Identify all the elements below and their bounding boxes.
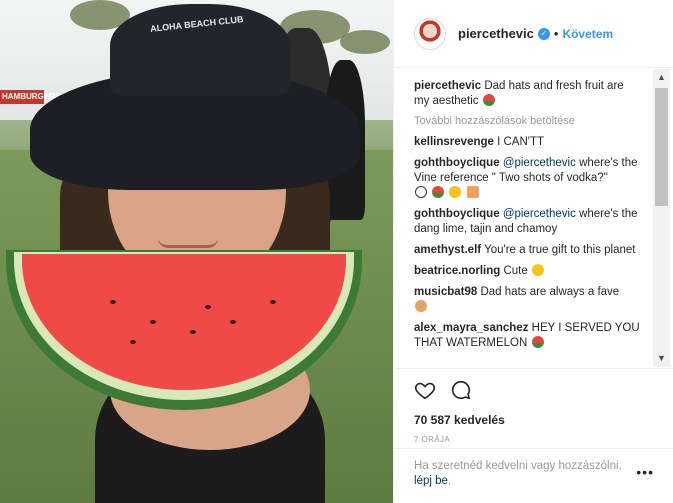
comment-username[interactable]: alex_mayra_sanchez — [414, 322, 528, 334]
watermelon-emoji-icon — [531, 336, 544, 348]
verified-badge-icon: ✓ — [537, 27, 550, 40]
post-timestamp[interactable]: 7 ÓRÁJA — [414, 435, 654, 444]
comment-username[interactable]: kellinsrevenge — [414, 136, 494, 148]
comments-list: piercethevic Dad hats and fresh fruit ar… — [394, 69, 654, 367]
avatar[interactable] — [414, 17, 446, 50]
photo-palm — [340, 30, 390, 54]
scroll-down-arrow-icon[interactable]: ▼ — [653, 350, 670, 367]
comment-username[interactable]: musicbat98 — [414, 286, 477, 298]
list-item: alex_mayra_sanchez HEY I SERVED YOU THAT… — [414, 321, 640, 351]
login-link[interactable]: lépj be — [414, 475, 448, 487]
post-header: piercethevic ✓ • Követem — [394, 0, 673, 68]
photo-watermelon-seed — [110, 300, 116, 304]
photo-watermelon-seed — [130, 340, 136, 344]
post-photo[interactable]: HAMBURGERS ALOHA BEACH CLUB — [0, 0, 393, 503]
post-username[interactable]: piercethevic — [458, 26, 534, 41]
header-separator: • — [553, 26, 559, 41]
photo-sign: HAMBURGERS — [0, 90, 60, 104]
hand-emoji-icon — [415, 300, 427, 312]
cocktail-emoji-icon — [466, 186, 479, 198]
smiley-emoji-icon — [449, 186, 462, 198]
comment-username[interactable]: gohthboyclique — [414, 208, 500, 220]
photo-watermelon-seed — [230, 320, 236, 324]
comment-text: Dad hats are always a fave — [480, 286, 620, 298]
comment-text: Cute — [503, 265, 528, 277]
caption-username[interactable]: piercethevic — [414, 80, 481, 92]
comment-username[interactable]: gohthboyclique — [414, 157, 500, 169]
list-item: beatrice.norling Cute — [414, 264, 640, 279]
post-side-panel: piercethevic ✓ • Követem piercethevic Da… — [393, 0, 673, 503]
comment-mention[interactable]: @piercethevic — [503, 208, 576, 220]
comment-text: I CAN'TT — [497, 136, 545, 148]
scrollbar-thumb[interactable] — [655, 88, 668, 206]
photo-watermelon-seed — [150, 320, 156, 324]
likes-count[interactable]: 70 587 kedvelés — [414, 413, 654, 427]
comments-scrollbar[interactable]: ▲ ▼ — [653, 69, 670, 367]
smiley-emoji-icon — [531, 264, 544, 276]
eyes-emoji-icon — [415, 186, 427, 198]
list-item: amethyst.elf You're a true gift to this … — [414, 243, 640, 258]
list-item: kellinsrevenge I CAN'TT — [414, 135, 640, 150]
login-prompt: Ha szeretnéd kedvelni vagy hozzászólni, … — [394, 448, 673, 503]
photo-watermelon-seed — [270, 300, 276, 304]
caption: piercethevic Dad hats and fresh fruit ar… — [414, 79, 640, 109]
list-item: gohthboyclique @piercethevic where's the… — [414, 207, 640, 237]
action-icons — [414, 379, 654, 401]
photo-mouth — [158, 238, 218, 248]
list-item: musicbat98 Dad hats are always a fave — [414, 285, 640, 315]
more-options-icon[interactable]: ••• — [636, 465, 654, 480]
load-more-comments-button[interactable]: További hozzászólások betöltése — [414, 115, 640, 127]
photo-watermelon-seed — [205, 305, 211, 309]
watermelon-emoji-icon — [432, 186, 445, 198]
photo-watermelon-seed — [190, 330, 196, 334]
login-prompt-text: Ha szeretnéd kedvelni vagy hozzászólni, — [414, 460, 622, 472]
follow-button[interactable]: Követem — [562, 27, 613, 41]
watermelon-emoji-icon — [482, 94, 495, 106]
login-suffix: . — [447, 475, 452, 487]
comment-username[interactable]: amethyst.elf — [414, 244, 481, 256]
comment-mention[interactable]: @piercethevic — [503, 157, 576, 169]
comment-username[interactable]: beatrice.norling — [414, 265, 500, 277]
comment-text: You're a true gift to this planet — [484, 244, 636, 256]
list-item: gohthboyclique @piercethevic where's the… — [414, 156, 640, 201]
scroll-up-arrow-icon[interactable]: ▲ — [653, 69, 670, 86]
comment-icon[interactable] — [450, 379, 472, 401]
heart-icon[interactable] — [414, 379, 436, 401]
